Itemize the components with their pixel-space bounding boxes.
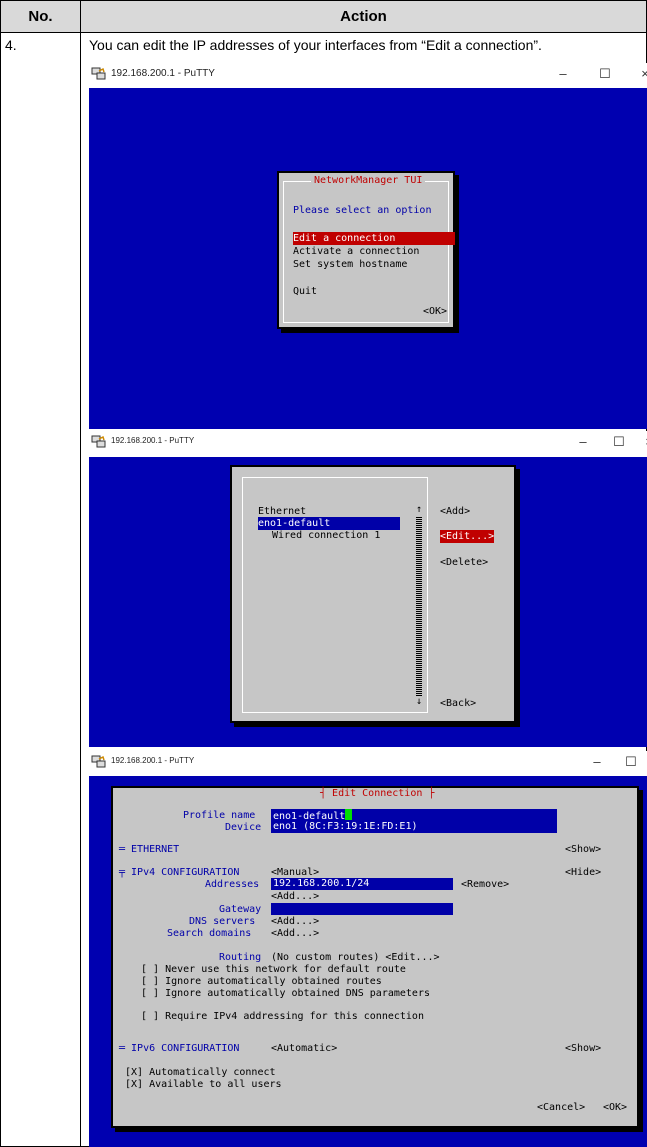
step-number: 4.	[5, 37, 17, 53]
device-field[interactable]: eno1 (8C:F3:19:1E:FD:E1)	[271, 821, 557, 833]
search-domains-label: Search domains	[167, 928, 252, 939]
table-header-row: No. Action	[1, 1, 646, 33]
menu-item-edit-connection[interactable]: Edit a connection	[293, 232, 455, 245]
ok-button[interactable]: <OK>	[423, 305, 447, 318]
close-icon[interactable]: ×	[637, 66, 647, 81]
step-description: You can edit the IP addresses of your in…	[89, 37, 542, 53]
window-title: 192.168.200.1 - PuTTY	[111, 436, 195, 445]
require-ipv4-checkbox[interactable]: [ ] Require IPv4 addressing for this con…	[141, 1010, 424, 1023]
terminal-area[interactable]: NetworkManager TUI Please select an opti…	[89, 88, 647, 429]
ethernet-show-button[interactable]: <Show>	[565, 843, 601, 856]
header-action: Action	[340, 8, 387, 25]
minimize-icon[interactable]: –	[575, 434, 591, 449]
maximize-icon[interactable]: ☐	[623, 754, 639, 770]
ipv6-mode-dropdown[interactable]: <Automatic>	[271, 1042, 337, 1055]
close-icon[interactable]: ×	[641, 434, 647, 449]
search-domains-add-button[interactable]: <Add...>	[271, 927, 319, 940]
list-scrollbar[interactable]	[416, 517, 422, 697]
addresses-label: Addresses	[205, 879, 260, 890]
putty-window-3: 192.168.200.1 - PuTTY – ☐ ┤ Edit Connect…	[89, 751, 647, 1147]
back-button[interactable]: <Back>	[440, 697, 476, 710]
cancel-button[interactable]: <Cancel>	[537, 1101, 585, 1114]
terminal-area[interactable]: ┤ Edit Connection ├ Profile name eno1-de…	[89, 776, 647, 1147]
edit-button[interactable]: <Edit...>	[440, 530, 495, 543]
window-titlebar: 192.168.200.1 - PuTTY – ☐	[89, 751, 647, 775]
terminal-area[interactable]: Ethernet eno1-default Wired connection 1…	[89, 457, 647, 747]
maximize-icon[interactable]: ☐	[597, 66, 613, 82]
ipv4-hide-button[interactable]: <Hide>	[565, 866, 601, 879]
connection-list-dialog: Ethernet eno1-default Wired connection 1…	[230, 465, 516, 723]
dialog-title: NetworkManager TUI	[311, 175, 426, 186]
putty-icon	[91, 435, 106, 448]
ethernet-section-label[interactable]: ═ ETHERNET	[119, 843, 179, 856]
delete-button[interactable]: <Delete>	[440, 556, 488, 569]
menu-item-activate-connection[interactable]: Activate a connection	[293, 245, 419, 258]
window-title: 192.168.200.1 - PuTTY	[111, 756, 195, 765]
gateway-field[interactable]	[271, 903, 453, 915]
prompt-text: Please select an option	[293, 205, 432, 216]
ok-button[interactable]: <OK>	[603, 1101, 627, 1114]
header-no: No.	[28, 8, 53, 25]
column-divider	[80, 1, 81, 1147]
edit-connection-dialog: ┤ Edit Connection ├ Profile name eno1-de…	[111, 786, 639, 1128]
dialog-title: ┤ Edit Connection ├	[317, 788, 438, 799]
address-field[interactable]: 192.168.200.1/24	[271, 878, 453, 890]
window-titlebar: 192.168.200.1 - PuTTY – ☐ ×	[89, 431, 647, 455]
add-button[interactable]: <Add>	[440, 505, 470, 518]
ignore-dns-checkbox[interactable]: [ ] Ignore automatically obtained DNS pa…	[141, 987, 430, 1000]
putty-window-1: 192.168.200.1 - PuTTY – ☐ × NetworkManag…	[89, 63, 647, 429]
text-cursor	[345, 809, 353, 820]
minimize-icon[interactable]: –	[555, 66, 571, 81]
putty-icon	[91, 67, 106, 80]
remove-address-button[interactable]: <Remove>	[461, 878, 509, 891]
menu-item-set-hostname[interactable]: Set system hostname	[293, 258, 407, 271]
ipv6-show-button[interactable]: <Show>	[565, 1042, 601, 1055]
menu-item-quit[interactable]: Quit	[293, 285, 317, 298]
maximize-icon[interactable]: ☐	[611, 434, 627, 450]
ipv6-section-label: ═ IPv6 CONFIGURATION	[119, 1043, 240, 1054]
add-address-button[interactable]: <Add...>	[271, 890, 319, 903]
list-item-wired-connection-1[interactable]: Wired connection 1	[272, 529, 380, 542]
device-label: Device	[225, 822, 262, 833]
putty-window-2: 192.168.200.1 - PuTTY – ☐ × Ethernet eno…	[89, 431, 647, 747]
window-titlebar: 192.168.200.1 - PuTTY – ☐ ×	[89, 63, 647, 87]
document-table: No. Action 4. You can edit the IP addres…	[0, 0, 647, 1147]
minimize-icon[interactable]: –	[589, 754, 605, 769]
nmtui-main-dialog: NetworkManager TUI Please select an opti…	[277, 171, 455, 329]
window-title: 192.168.200.1 - PuTTY	[111, 68, 215, 79]
putty-icon	[91, 755, 106, 768]
all-users-checkbox[interactable]: [X] Available to all users	[125, 1078, 282, 1091]
